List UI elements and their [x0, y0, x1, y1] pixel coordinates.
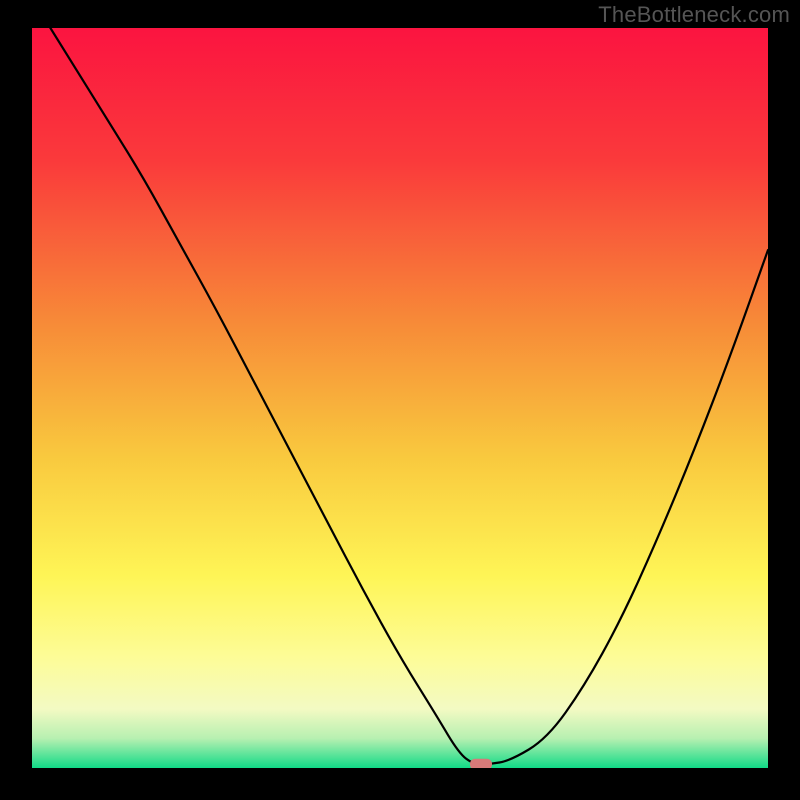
chart-frame: TheBottleneck.com [0, 0, 800, 800]
plot-area [32, 28, 768, 768]
watermark-text: TheBottleneck.com [598, 2, 790, 28]
optimal-marker [470, 759, 492, 768]
bottleneck-chart [32, 28, 768, 768]
